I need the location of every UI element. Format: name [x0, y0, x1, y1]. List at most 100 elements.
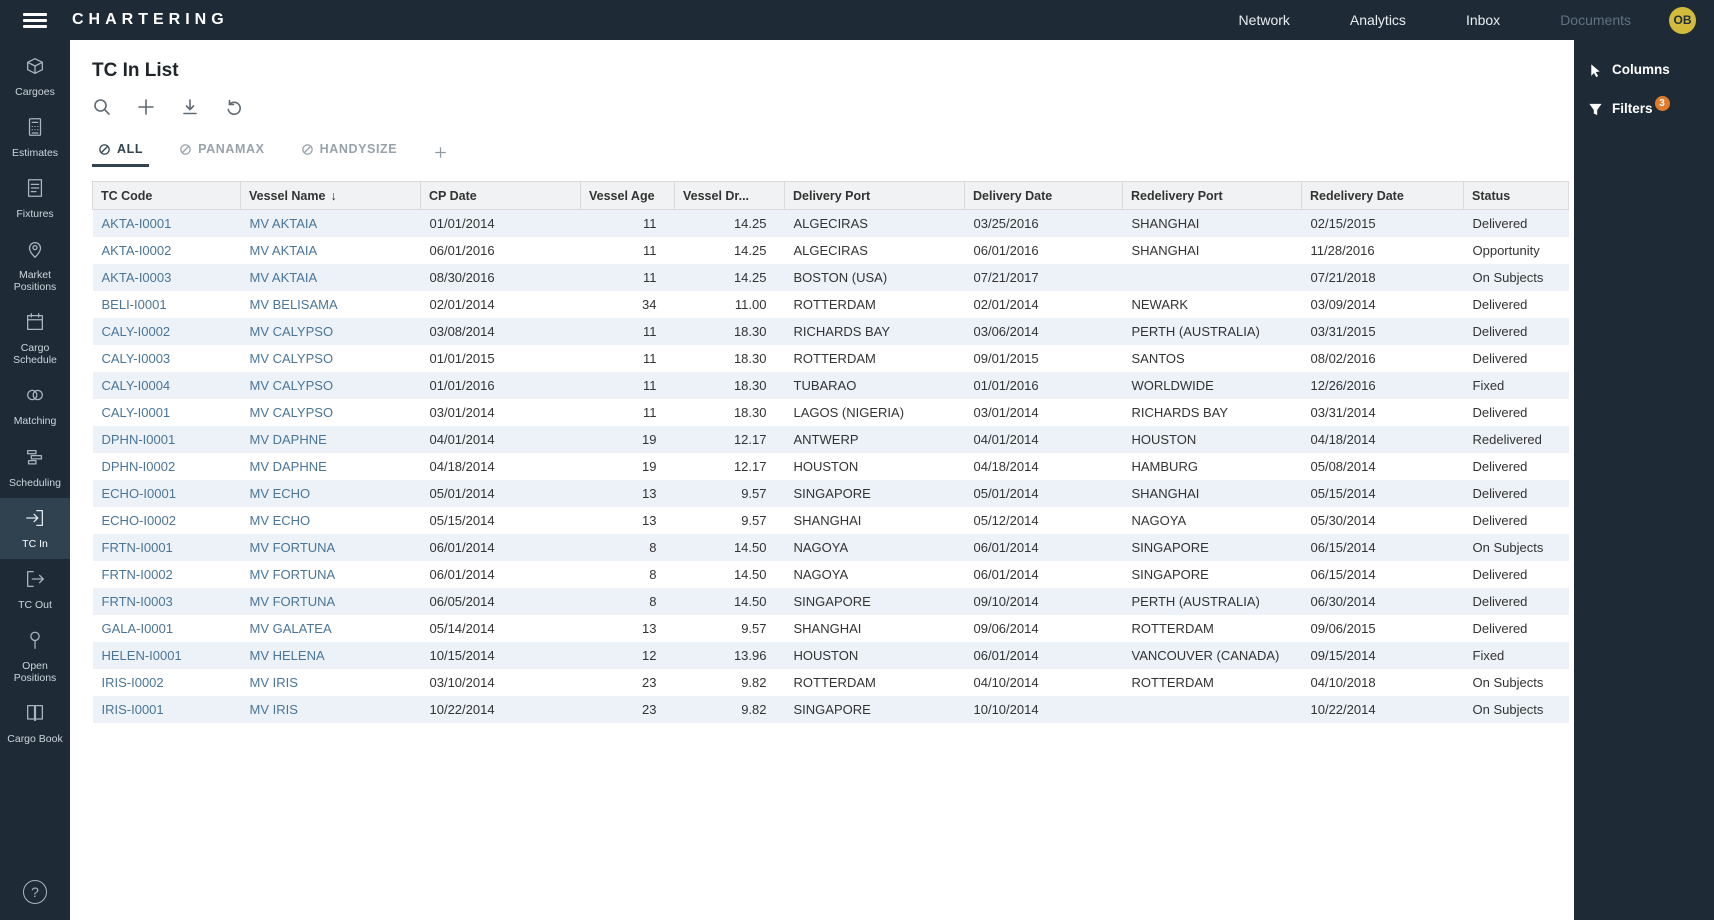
- table-row[interactable]: AKTA-I0003MV AKTAIA08/30/20161114.25BOST…: [93, 264, 1569, 291]
- cell-tc_code[interactable]: AKTA-I0003: [93, 264, 241, 291]
- column-header-tc_code[interactable]: TC Code: [93, 182, 241, 210]
- cell-tc_code[interactable]: FRTN-I0001: [93, 534, 241, 561]
- columns-button[interactable]: Columns: [1574, 52, 1714, 91]
- cell-tc_code[interactable]: CALY-I0004: [93, 372, 241, 399]
- hamburger-menu-icon[interactable]: [0, 10, 70, 31]
- cell-tc_code[interactable]: IRIS-I0002: [93, 669, 241, 696]
- cell-vessel_name[interactable]: MV HELENA: [241, 642, 421, 669]
- sidebar-item-estimates[interactable]: Estimates: [0, 107, 70, 168]
- column-header-vessel_age[interactable]: Vessel Age: [581, 182, 675, 210]
- cell-vessel_name[interactable]: MV FORTUNA: [241, 534, 421, 561]
- cell-vessel_name[interactable]: MV AKTAIA: [241, 237, 421, 264]
- table-row[interactable]: ECHO-I0001MV ECHO05/01/2014139.57SINGAPO…: [93, 480, 1569, 507]
- column-header-delivery_date[interactable]: Delivery Date: [965, 182, 1123, 210]
- cell-tc_code[interactable]: CALY-I0001: [93, 399, 241, 426]
- sidebar-item-tc-out[interactable]: TC Out: [0, 559, 70, 620]
- table-row[interactable]: FRTN-I0002MV FORTUNA06/01/2014814.50NAGO…: [93, 561, 1569, 588]
- table-row[interactable]: HELEN-I0001MV HELENA10/15/20141213.96HOU…: [93, 642, 1569, 669]
- cell-vessel_name[interactable]: MV ECHO: [241, 480, 421, 507]
- table-row[interactable]: FRTN-I0001MV FORTUNA06/01/2014814.50NAGO…: [93, 534, 1569, 561]
- cell-vessel_name[interactable]: MV IRIS: [241, 669, 421, 696]
- cell-delivery_port: SHANGHAI: [785, 615, 965, 642]
- sidebar-item-matching[interactable]: Matching: [0, 375, 70, 436]
- avatar[interactable]: OB: [1669, 7, 1696, 34]
- cell-vessel_name[interactable]: MV CALYPSO: [241, 372, 421, 399]
- cell-vessel_name[interactable]: MV CALYPSO: [241, 318, 421, 345]
- search-button[interactable]: [92, 97, 112, 117]
- table-row[interactable]: CALY-I0004MV CALYPSO01/01/20161118.30TUB…: [93, 372, 1569, 399]
- table-row[interactable]: CALY-I0003MV CALYPSO01/01/20151118.30ROT…: [93, 345, 1569, 372]
- column-header-delivery_port[interactable]: Delivery Port: [785, 182, 965, 210]
- cell-status: Delivered: [1464, 399, 1569, 426]
- cell-vessel_name[interactable]: MV FORTUNA: [241, 561, 421, 588]
- cell-vessel_name[interactable]: MV DAPHNE: [241, 453, 421, 480]
- column-header-redelivery_port[interactable]: Redelivery Port: [1123, 182, 1302, 210]
- help-button[interactable]: ?: [0, 880, 70, 904]
- column-header-vessel_name[interactable]: Vessel Name↓: [241, 182, 421, 210]
- table-row[interactable]: FRTN-I0003MV FORTUNA06/05/2014814.50SING…: [93, 588, 1569, 615]
- table-row[interactable]: CALY-I0001MV CALYPSO03/01/20141118.30LAG…: [93, 399, 1569, 426]
- cell-vessel_name[interactable]: MV BELISAMA: [241, 291, 421, 318]
- add-button[interactable]: [136, 97, 156, 117]
- table-row[interactable]: AKTA-I0002MV AKTAIA06/01/20161114.25ALGE…: [93, 237, 1569, 264]
- cell-vessel_name[interactable]: MV IRIS: [241, 696, 421, 723]
- sidebar-item-scheduling[interactable]: Scheduling: [0, 437, 70, 498]
- refresh-button[interactable]: [224, 97, 244, 117]
- cell-redelivery_date: 09/06/2015: [1302, 615, 1464, 642]
- cell-tc_code[interactable]: HELEN-I0001: [93, 642, 241, 669]
- cell-vessel_name[interactable]: MV AKTAIA: [241, 264, 421, 291]
- nav-analytics[interactable]: Analytics: [1350, 12, 1406, 28]
- cell-vessel_name[interactable]: MV DAPHNE: [241, 426, 421, 453]
- cell-tc_code[interactable]: AKTA-I0001: [93, 210, 241, 237]
- sidebar-item-cargo-book[interactable]: Cargo Book: [0, 693, 70, 754]
- cell-tc_code[interactable]: DPHN-I0001: [93, 426, 241, 453]
- sidebar-item-open-positions[interactable]: Open Positions: [0, 620, 70, 693]
- column-header-vessel_draft[interactable]: Vessel Dr...: [675, 182, 785, 210]
- sidebar-item-tc-in[interactable]: TC In: [0, 498, 70, 559]
- cell-vessel_name[interactable]: MV AKTAIA: [241, 210, 421, 237]
- nav-documents[interactable]: Documents: [1560, 12, 1631, 28]
- cell-delivery_date: 04/10/2014: [965, 669, 1123, 696]
- table-row[interactable]: IRIS-I0001MV IRIS10/22/2014239.82SINGAPO…: [93, 696, 1569, 723]
- cell-tc_code[interactable]: ECHO-I0002: [93, 507, 241, 534]
- table-row[interactable]: IRIS-I0002MV IRIS03/10/2014239.82ROTTERD…: [93, 669, 1569, 696]
- tab-handysize[interactable]: HANDYSIZE: [295, 135, 404, 167]
- table-row[interactable]: DPHN-I0002MV DAPHNE04/18/20141912.17HOUS…: [93, 453, 1569, 480]
- table-row[interactable]: GALA-I0001MV GALATEA05/14/2014139.57SHAN…: [93, 615, 1569, 642]
- table-row[interactable]: ECHO-I0002MV ECHO05/15/2014139.57SHANGHA…: [93, 507, 1569, 534]
- cell-tc_code[interactable]: FRTN-I0002: [93, 561, 241, 588]
- sidebar-item-fixtures[interactable]: Fixtures: [0, 168, 70, 229]
- table-row[interactable]: AKTA-I0001MV AKTAIA01/01/20141114.25ALGE…: [93, 210, 1569, 237]
- tab-all[interactable]: ALL: [92, 135, 149, 167]
- cell-vessel_name[interactable]: MV CALYPSO: [241, 345, 421, 372]
- add-view-button[interactable]: [427, 138, 454, 167]
- cell-tc_code[interactable]: FRTN-I0003: [93, 588, 241, 615]
- sidebar-item-cargo-schedule[interactable]: Cargo Schedule: [0, 302, 70, 375]
- sidebar-item-market-positions[interactable]: Market Positions: [0, 229, 70, 302]
- column-header-cp_date[interactable]: CP Date: [421, 182, 581, 210]
- cell-tc_code[interactable]: CALY-I0003: [93, 345, 241, 372]
- cell-vessel_name[interactable]: MV ECHO: [241, 507, 421, 534]
- table-row[interactable]: BELI-I0001MV BELISAMA02/01/20143411.00RO…: [93, 291, 1569, 318]
- cell-tc_code[interactable]: DPHN-I0002: [93, 453, 241, 480]
- cell-vessel_name[interactable]: MV FORTUNA: [241, 588, 421, 615]
- cell-vessel_age: 8: [581, 534, 675, 561]
- table-row[interactable]: CALY-I0002MV CALYPSO03/08/20141118.30RIC…: [93, 318, 1569, 345]
- nav-network[interactable]: Network: [1239, 12, 1290, 28]
- cell-vessel_name[interactable]: MV GALATEA: [241, 615, 421, 642]
- tab-panamax[interactable]: PANAMAX: [173, 135, 270, 167]
- cell-tc_code[interactable]: IRIS-I0001: [93, 696, 241, 723]
- cell-vessel_name[interactable]: MV CALYPSO: [241, 399, 421, 426]
- cell-tc_code[interactable]: AKTA-I0002: [93, 237, 241, 264]
- cell-tc_code[interactable]: GALA-I0001: [93, 615, 241, 642]
- sidebar-item-cargoes[interactable]: Cargoes: [0, 46, 70, 107]
- cell-tc_code[interactable]: CALY-I0002: [93, 318, 241, 345]
- column-header-redelivery_date[interactable]: Redelivery Date: [1302, 182, 1464, 210]
- column-header-status[interactable]: Status: [1464, 182, 1569, 210]
- table-row[interactable]: DPHN-I0001MV DAPHNE04/01/20141912.17ANTW…: [93, 426, 1569, 453]
- export-button[interactable]: [180, 97, 200, 117]
- cell-tc_code[interactable]: BELI-I0001: [93, 291, 241, 318]
- cell-tc_code[interactable]: ECHO-I0001: [93, 480, 241, 507]
- nav-inbox[interactable]: Inbox: [1466, 12, 1500, 28]
- filters-button[interactable]: Filters 3: [1574, 91, 1714, 130]
